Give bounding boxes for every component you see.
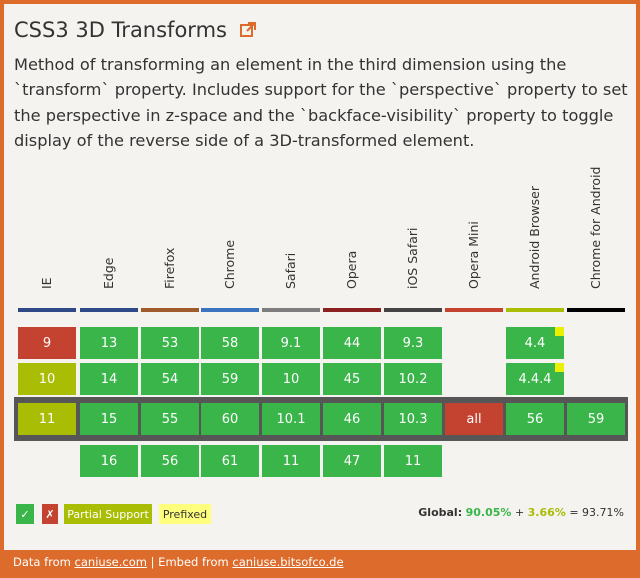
- global-label: Global:: [418, 506, 463, 519]
- browser-header-chrome: Chrome: [201, 187, 259, 312]
- prefixed-flag-icon: [555, 363, 564, 372]
- browser-header-chrome-android: Chrome for Android: [567, 167, 625, 312]
- legend-supported: ✓: [16, 504, 34, 524]
- version-cell[interactable]: 45: [323, 363, 381, 395]
- version-cell[interactable]: 44: [323, 327, 381, 359]
- version-cell[interactable]: 4.4.4: [506, 363, 564, 395]
- browser-color-bar: [201, 308, 259, 312]
- browser-name: Opera: [344, 250, 359, 289]
- version-cell[interactable]: 55: [141, 403, 199, 435]
- version-cell[interactable]: 10: [262, 363, 320, 395]
- browser-color-bar: [384, 308, 442, 312]
- version-cell[interactable]: 15: [80, 403, 138, 435]
- browser-name: Chrome: [222, 239, 237, 289]
- version-cell[interactable]: 10.2: [384, 363, 442, 395]
- browser-color-bar: [323, 308, 381, 312]
- version-cell[interactable]: 14: [80, 363, 138, 395]
- global-total-percent: 93.71%: [582, 506, 624, 519]
- version-cell[interactable]: 59: [201, 363, 259, 395]
- version-cell[interactable]: 16: [80, 445, 138, 477]
- version-cell[interactable]: 46: [323, 403, 381, 435]
- prefixed-flag-icon: [555, 327, 564, 336]
- footer-embed-from: Embed from: [158, 555, 229, 569]
- footer-data-from: Data from: [13, 555, 71, 569]
- browser-header-edge: Edge: [80, 187, 138, 312]
- feature-description: Method of transforming an element in the…: [14, 55, 628, 150]
- version-label: 4.4.4: [518, 371, 552, 387]
- version-cell[interactable]: 60: [201, 403, 259, 435]
- browser-header-opera-mini: Opera Mini: [445, 187, 503, 312]
- version-cell[interactable]: 61: [201, 445, 259, 477]
- browser-name: IE: [39, 277, 54, 289]
- version-cell[interactable]: 4.4: [506, 327, 564, 359]
- legend-prefixed: Prefixed: [159, 504, 211, 524]
- browser-color-bar: [567, 308, 625, 312]
- browser-header-ie: IE: [18, 187, 76, 312]
- browser-name: Firefox: [162, 247, 177, 289]
- version-cell[interactable]: all: [445, 403, 503, 435]
- browser-name: iOS Safari: [405, 227, 420, 290]
- global-plus: +: [514, 506, 525, 519]
- version-cell[interactable]: 10.3: [384, 403, 442, 435]
- browser-header-opera: Opera: [323, 187, 381, 312]
- legend-partial-support: Partial Support: [64, 504, 152, 524]
- feature-title: CSS3 3D Transforms: [14, 18, 257, 42]
- browser-name: Opera Mini: [466, 221, 481, 289]
- browser-name: Safari: [283, 252, 298, 289]
- version-label: 4.4: [524, 335, 546, 351]
- version-cell[interactable]: 53: [141, 327, 199, 359]
- browser-header-safari: Safari: [262, 187, 320, 312]
- version-cell[interactable]: 9: [18, 327, 76, 359]
- version-cell[interactable]: 10: [18, 363, 76, 395]
- browser-name: Android Browser: [527, 186, 542, 289]
- global-supported-percent: 90.05%: [465, 506, 512, 519]
- footer: Data from caniuse.com | Embed from caniu…: [4, 550, 636, 574]
- caniuse-link[interactable]: caniuse.com: [75, 555, 147, 569]
- version-cell[interactable]: 47: [323, 445, 381, 477]
- version-cell[interactable]: 59: [567, 403, 625, 435]
- external-link-icon[interactable]: [239, 21, 257, 39]
- version-cell[interactable]: 9.1: [262, 327, 320, 359]
- version-cell[interactable]: 11: [384, 445, 442, 477]
- browser-color-bar: [141, 308, 199, 312]
- global-partial-percent: 3.66%: [527, 506, 566, 519]
- global-equals: =: [569, 506, 579, 519]
- browser-name: Chrome for Android: [588, 166, 603, 290]
- version-cell[interactable]: 10.1: [262, 403, 320, 435]
- browser-color-bar: [445, 308, 503, 312]
- version-cell[interactable]: 9.3: [384, 327, 442, 359]
- legend-unsupported: ✗: [42, 504, 58, 524]
- browser-header-ios-safari: iOS Safari: [384, 187, 442, 312]
- version-cell[interactable]: 58: [201, 327, 259, 359]
- browser-color-bar: [262, 308, 320, 312]
- version-cell[interactable]: 11: [262, 445, 320, 477]
- embed-link[interactable]: caniuse.bitsofco.de: [232, 555, 343, 569]
- browser-color-bar: [18, 308, 76, 312]
- browser-name: Edge: [101, 257, 116, 289]
- version-cell[interactable]: 13: [80, 327, 138, 359]
- global-usage: Global: 90.05% + 3.66% = 93.71%: [418, 506, 624, 519]
- browser-header-firefox: Firefox: [141, 187, 199, 312]
- browser-header-android: Android Browser: [506, 186, 564, 312]
- browser-color-bar: [80, 308, 138, 312]
- feature-title-text: CSS3 3D Transforms: [14, 18, 227, 42]
- version-cell[interactable]: 56: [506, 403, 564, 435]
- version-cell[interactable]: 54: [141, 363, 199, 395]
- caniuse-embed: CSS3 3D Transforms Method of transformin…: [0, 0, 640, 578]
- browser-color-bar: [506, 308, 564, 312]
- version-cell[interactable]: 11: [18, 403, 76, 435]
- version-cell[interactable]: 56: [141, 445, 199, 477]
- footer-separator: |: [150, 555, 155, 569]
